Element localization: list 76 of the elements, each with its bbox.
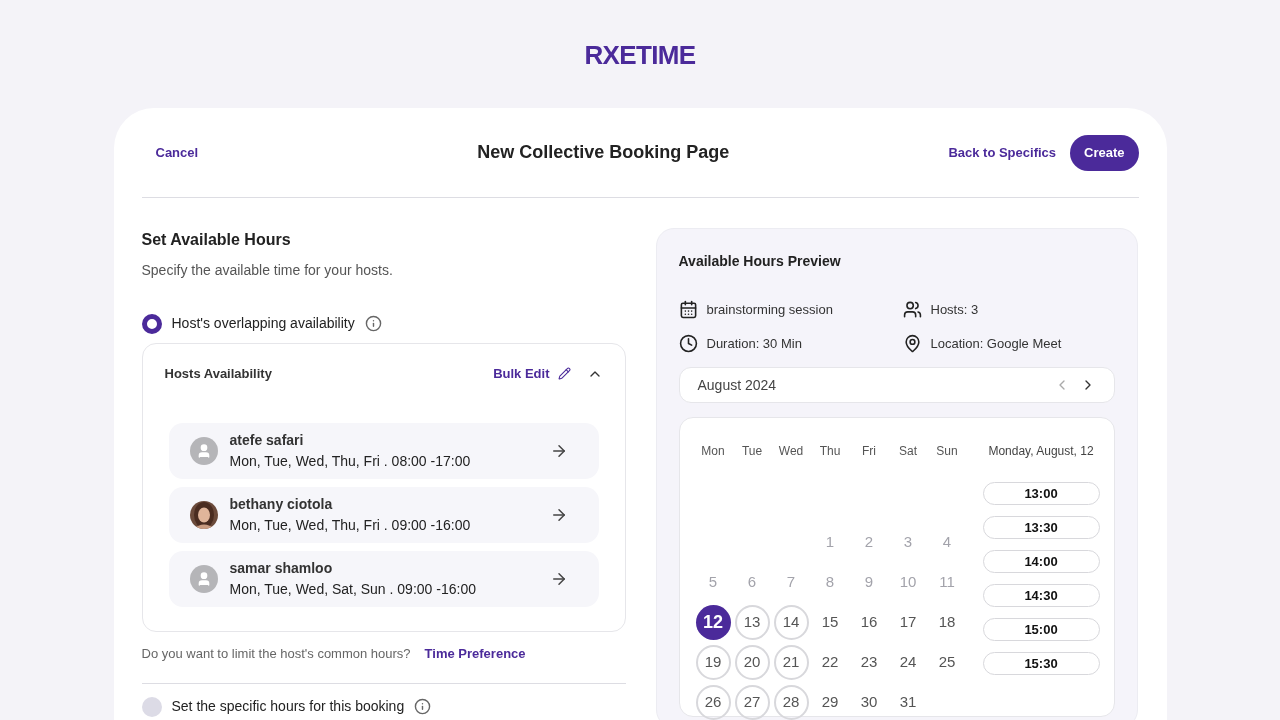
bulk-edit-button[interactable]: Bulk Edit (493, 364, 571, 384)
weekday-label: Tue (740, 443, 764, 458)
host-name: bethany ciotola (229, 494, 334, 514)
calendar-day[interactable]: 21 (773, 644, 809, 680)
info-icon (364, 315, 382, 332)
calendar-day: 1 (812, 524, 848, 560)
cancel-button[interactable]: Cancel (155, 142, 199, 163)
panel-title: Hosts Availability (164, 365, 273, 383)
host-row[interactable]: bethany ciotola Mon, Tue, Wed, Thu, Fri . 09:00 -16:00 (168, 486, 599, 543)
option-label: Host's overlapping availability (171, 314, 355, 333)
calendar-day: 9 (851, 564, 887, 600)
calendar-day[interactable]: 25 (929, 644, 965, 680)
calendar-day[interactable]: 31 (890, 684, 926, 720)
calendar-day[interactable]: 15 (812, 604, 848, 640)
calendar-day[interactable]: 28 (773, 684, 809, 720)
calendar-day: 4 (929, 524, 965, 560)
back-button[interactable]: Back to Specifics (948, 142, 1057, 163)
weekday-label: Fri (861, 443, 877, 458)
clock-icon (678, 333, 698, 353)
weekday-label: Sat (898, 443, 918, 458)
selected-day-title: Monday, August, 12 (988, 443, 1094, 460)
calendar-day[interactable]: 18 (929, 604, 965, 640)
calendar-day: 3 (890, 524, 926, 560)
detail-text: Duration: 30 Min (706, 334, 802, 353)
calendar-icon (678, 300, 698, 320)
calendar-day[interactable]: 16 (851, 604, 887, 640)
preview-title: Available Hours Preview (678, 252, 842, 271)
calendar-day[interactable]: 30 (851, 684, 887, 720)
host-schedule: Mon, Tue, Wed, Thu, Fri . 08:00 -17:00 (229, 451, 472, 471)
calendar-day[interactable]: 22 (812, 644, 848, 680)
host-schedule: Mon, Tue, Wed, Sat, Sun . 09:00 -16:00 (229, 579, 477, 599)
section-subtitle: Specify the available time for your hosts. (141, 261, 394, 280)
host-schedule: Mon, Tue, Wed, Thu, Fri . 09:00 -16:00 (229, 515, 472, 535)
people-icon (902, 300, 922, 320)
weekday-label: Sun (935, 443, 959, 458)
host-name: atefe safari (229, 430, 305, 450)
month-label: August 2024 (697, 375, 778, 395)
calendar-day: 6 (734, 564, 770, 600)
calendar-day: 10 (890, 564, 926, 600)
weekday-label: Mon (700, 443, 726, 458)
calendar-day[interactable]: 20 (734, 644, 770, 680)
calendar-day[interactable]: 17 (890, 604, 926, 640)
calendar-day[interactable]: 29 (812, 684, 848, 720)
info-icon (414, 698, 432, 715)
calendar-day[interactable]: 24 (890, 644, 926, 680)
host-row[interactable]: samar shamloo Mon, Tue, Wed, Sat, Sun . 09:00 -16:00 (168, 550, 599, 607)
host-row[interactable]: atefe safari Mon, Tue, Wed, Thu, Fri . 08:00 -17:00 (168, 422, 599, 479)
weekday-label: Wed (777, 443, 805, 458)
detail-text: brainstorming session (706, 301, 833, 319)
host-name: samar shamloo (229, 558, 334, 578)
create-button[interactable]: Create (1070, 134, 1139, 171)
calendar-day[interactable]: 12 (695, 604, 731, 640)
weekday-label: Thu (818, 443, 842, 458)
calendar-day: 8 (812, 564, 848, 600)
calendar-day[interactable]: 27 (734, 684, 770, 720)
calendar-day: 7 (773, 564, 809, 600)
calendar-day[interactable]: 13 (734, 604, 770, 640)
calendar-day[interactable]: 26 (695, 684, 731, 720)
time-preference-link[interactable]: Time Preference (424, 643, 526, 663)
radio-button[interactable] (141, 313, 162, 334)
radio-button[interactable] (141, 696, 162, 717)
limit-question: Do you want to limit the host's common hours? (141, 644, 411, 663)
calendar-day: 5 (695, 564, 731, 600)
detail-text: Hosts: 3 (930, 301, 979, 319)
detail-text: Location: Google Meet (930, 334, 1062, 353)
page-title: New Collective Booking Page (477, 141, 730, 164)
calendar-day[interactable]: 14 (773, 604, 809, 640)
pencil-icon (557, 367, 571, 381)
map-pin-icon (902, 333, 922, 353)
option-label: Set the specific hours for this booking (171, 697, 405, 716)
section-title: Set Available Hours (141, 230, 292, 250)
logo: RXETIME (584, 39, 696, 66)
calendar-day[interactable]: 19 (695, 644, 731, 680)
calendar-day: 11 (929, 564, 965, 600)
calendar-day[interactable]: 23 (851, 644, 887, 680)
calendar-day: 2 (851, 524, 887, 560)
